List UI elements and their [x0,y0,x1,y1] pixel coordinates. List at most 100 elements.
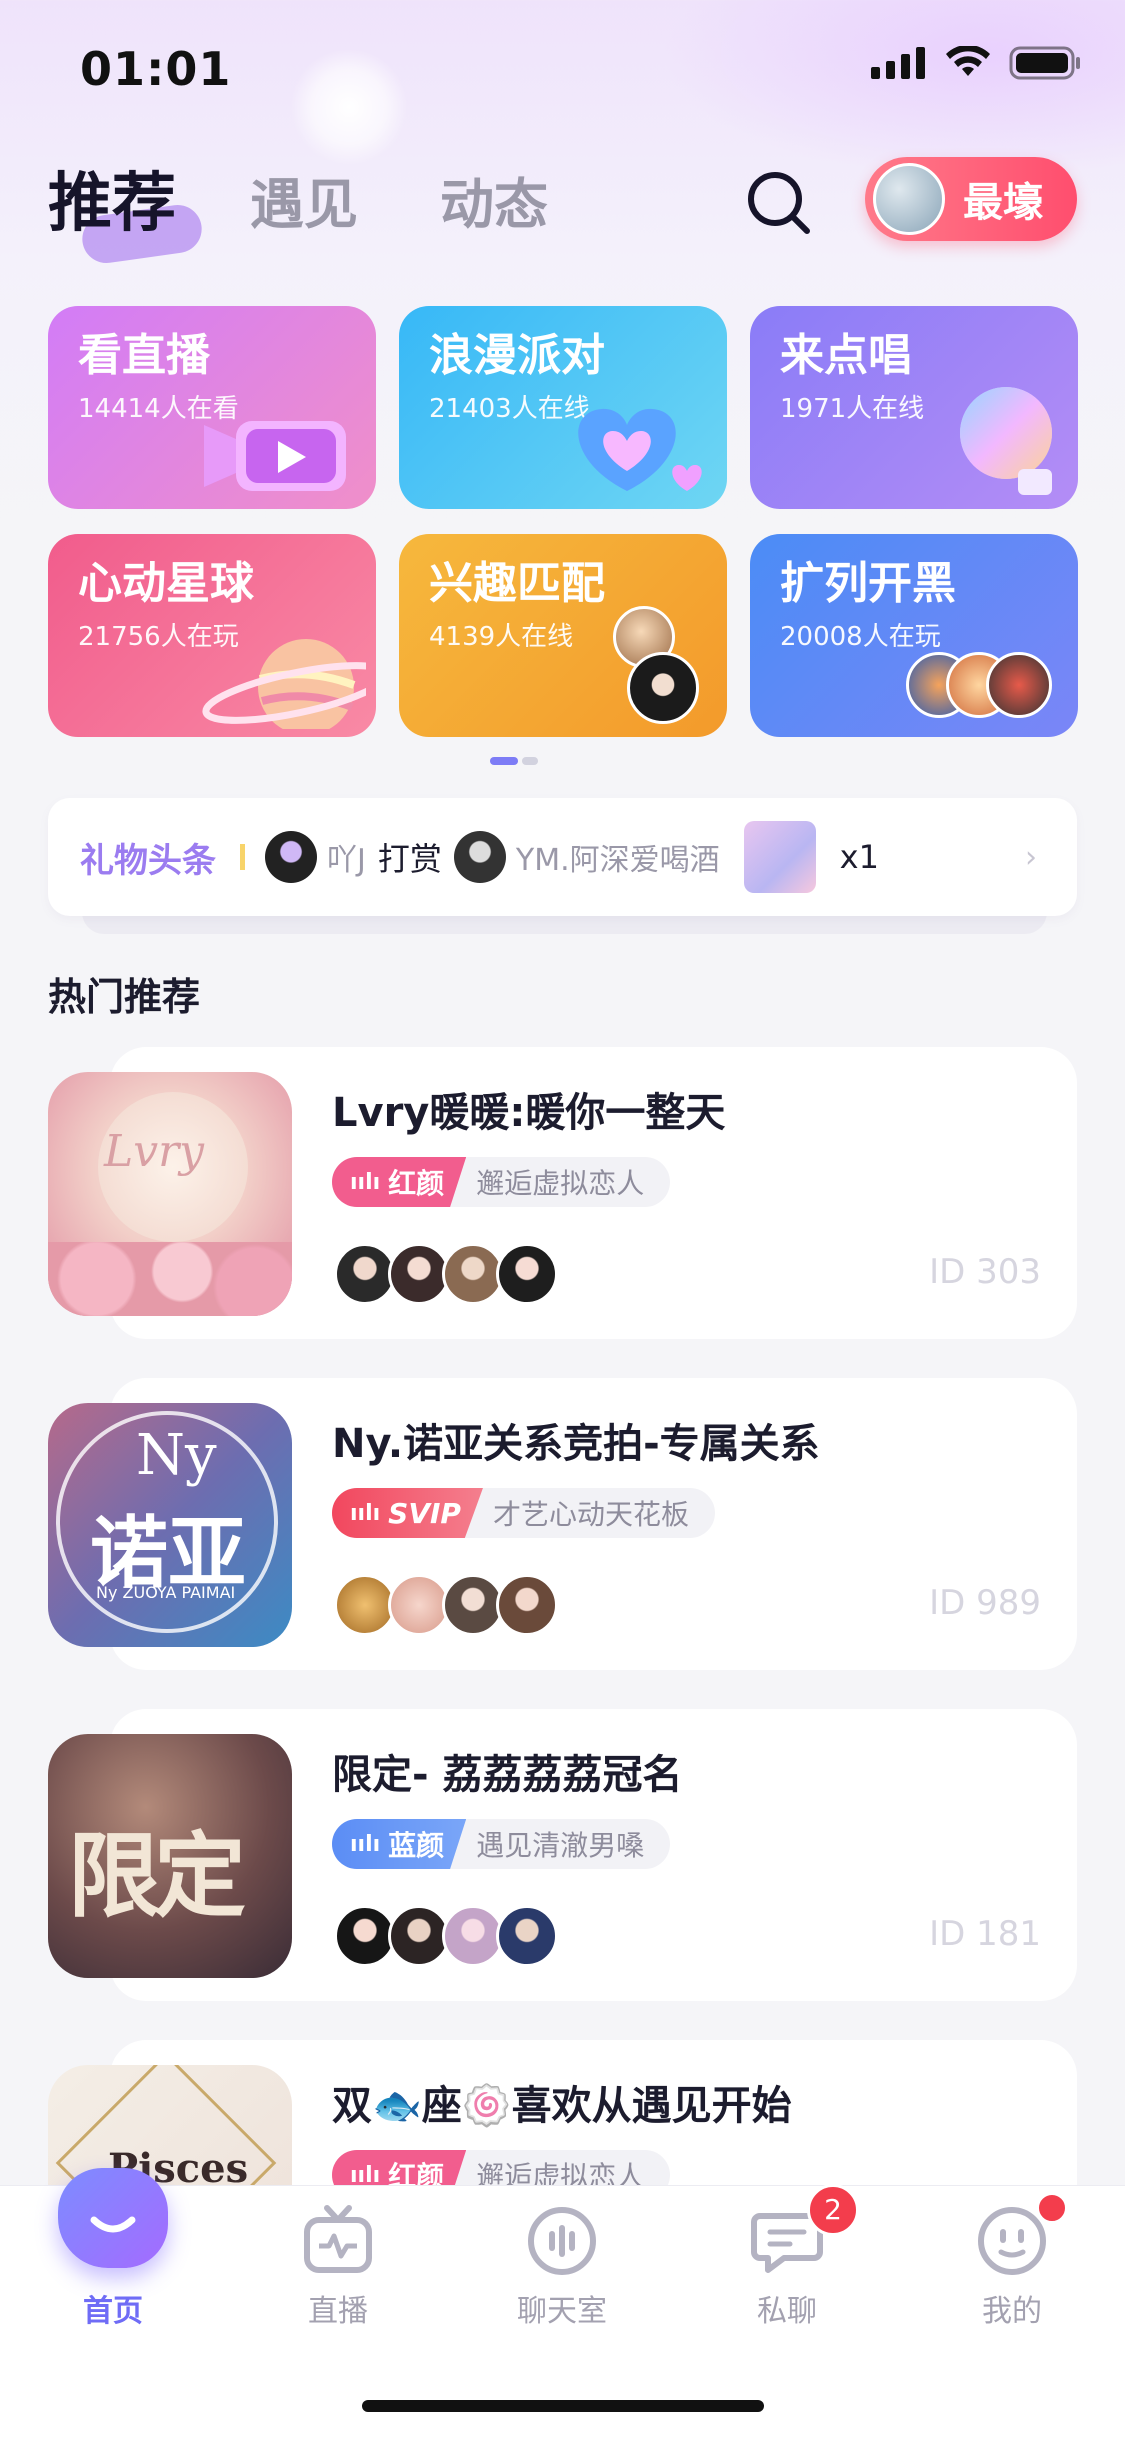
room-badge-label: 蓝颜 [388,1829,445,1862]
member-avatar [388,1905,450,1967]
room-cover-text: Ny [136,1423,217,1488]
gift-verb: 打赏 [377,840,442,878]
category-title: 扩列开黑 [780,558,956,609]
sound-wave-icon: ıılı [350,1500,381,1526]
nav-chatroom[interactable]: 聊天室 [492,2200,632,2329]
room-cover[interactable]: 限定 [48,1734,292,1978]
voice-room-icon [528,2207,596,2275]
member-avatar [496,1574,558,1636]
room-badge: ıılı 红颜 [332,1157,467,1207]
category-sing[interactable]: 来点唱 1971人在线 [750,306,1078,509]
sender-avatar [265,831,317,883]
nav-label: 直播 [308,2294,368,2329]
room-cover[interactable]: Ny 诺亚 Ny ZUOYA PAIMAI [48,1403,292,1647]
category-team-up[interactable]: 扩列开黑 20008人在玩 [750,534,1078,737]
member-avatar [496,1243,558,1305]
room-tag: ıılı 红颜 邂逅虚拟恋人 [332,1157,671,1207]
chevron-right-icon: › [1025,839,1037,875]
top-rich-button[interactable]: 最壕 [865,157,1077,241]
tab-meet[interactable]: 遇见 [250,160,358,239]
sound-wave-icon: ıılı [350,1169,381,1195]
member-avatar [334,1243,396,1305]
room-id: ID 303 [929,1252,1041,1292]
gift-quantity: x1 [839,838,879,876]
room-cover-text: Lvry [104,1126,204,1177]
search-icon[interactable] [744,168,814,238]
nav-private-chat[interactable]: 2 私聊 [717,2184,859,2329]
room-cover[interactable]: Lvry [48,1072,292,1316]
category-interest-match[interactable]: 兴趣匹配 4139人在线 [399,534,727,737]
room-title: 限定- 荔荔荔荔冠名 [332,1752,683,1798]
top-rich-label: 最壕 [963,180,1043,226]
top-rich-avatar [873,163,945,235]
receiver-name: YM.阿深爱喝酒 [515,843,720,878]
gift-headline-divider [240,844,245,870]
member-avatar [442,1574,504,1636]
nav-label: 我的 [982,2294,1042,2329]
gift-headline[interactable]: 礼物头条 吖J 打赏 YM.阿深爱喝酒 x1 › [48,798,1077,916]
sender-name: 吖J [327,843,366,878]
home-indicator [362,2400,764,2412]
member-avatar [334,1905,396,1967]
page-dot [522,757,538,765]
room-tag: ıılı 蓝颜 遇见清澈男嗓 [332,1819,671,1869]
tab-moments[interactable]: 动态 [440,160,548,239]
nav-label: 私聊 [757,2294,817,2329]
category-watch-live[interactable]: 看直播 14414人在看 [48,306,376,509]
header-glow-right [660,0,1125,180]
banner-page-indicator [490,757,538,765]
receiver-avatar [453,831,506,883]
tab-recommend[interactable]: 推荐 [48,152,176,244]
room-badge: ıılı 蓝颜 [332,1819,467,1869]
wifi-icon [946,46,990,76]
room-cover-text-small: Ny ZUOYA PAIMAI [96,1583,236,1602]
room-cover-flowers [48,1242,292,1316]
sound-wave-icon: ıılı [350,2162,381,2188]
planet-icon [202,639,366,729]
room-badge: ıılı SVIP [332,1488,483,1538]
header-glow [290,48,408,166]
unread-count: 2 [824,2193,842,2226]
section-title-hot: 热门推荐 [48,975,201,1019]
nav-live[interactable]: 直播 [268,2200,408,2329]
heart-icon [578,408,702,491]
category-romantic-party[interactable]: 浪漫派对 21403人在线 [399,306,727,509]
room-tag-desc: 才艺心动天花板 [492,1498,689,1531]
status-icons [871,46,1081,80]
room-badge-label: SVIP [388,1496,461,1530]
game-avatar-3 [986,652,1052,718]
room-badge-label: 红颜 [388,1167,445,1200]
battery-icon [1009,46,1080,80]
member-avatar [442,1905,504,1967]
nav-label: 首页 [83,2294,143,2329]
room-title: 双🐟座🍥喜欢从遇见开始 [332,2083,792,2129]
category-title: 心动星球 [78,558,254,609]
status-time: 01:01 [80,42,232,96]
gift-thumbnail [743,821,816,893]
match-avatar-2 [627,652,699,724]
category-heart-planet[interactable]: 心动星球 21756人在玩 [48,534,376,737]
room-member-avatars [334,1574,558,1636]
room-title: Lvry暖暖:暖你一整天 [332,1090,726,1136]
member-avatar [388,1574,450,1636]
room-title: Ny.诺亚关系竞拍-专属关系 [332,1421,820,1467]
nav-profile[interactable]: 我的 [942,2192,1082,2329]
smile-icon [90,2216,136,2233]
room-cover[interactable]: Pisces [48,2065,292,2185]
member-avatar [496,1905,558,1967]
room-id: ID 181 [929,1914,1041,1954]
room-id: ID 989 [929,1583,1041,1623]
category-subtitle: 20008人在玩 [780,622,941,652]
category-title: 浪漫派对 [429,330,605,381]
category-title: 来点唱 [780,330,912,381]
member-avatar [388,1243,450,1305]
notification-dot [1036,2192,1068,2224]
page-dot-active [490,757,518,765]
room-cover-text: 限定 [68,1823,246,1930]
home-face-icon[interactable] [58,2168,168,2268]
room-tag-desc: 遇见清澈男嗓 [476,1829,645,1862]
category-title: 兴趣匹配 [429,558,605,609]
member-avatar [334,1574,396,1636]
video-camera-icon [204,421,346,491]
room-tag: ıılı SVIP 才艺心动天花板 [332,1488,715,1538]
